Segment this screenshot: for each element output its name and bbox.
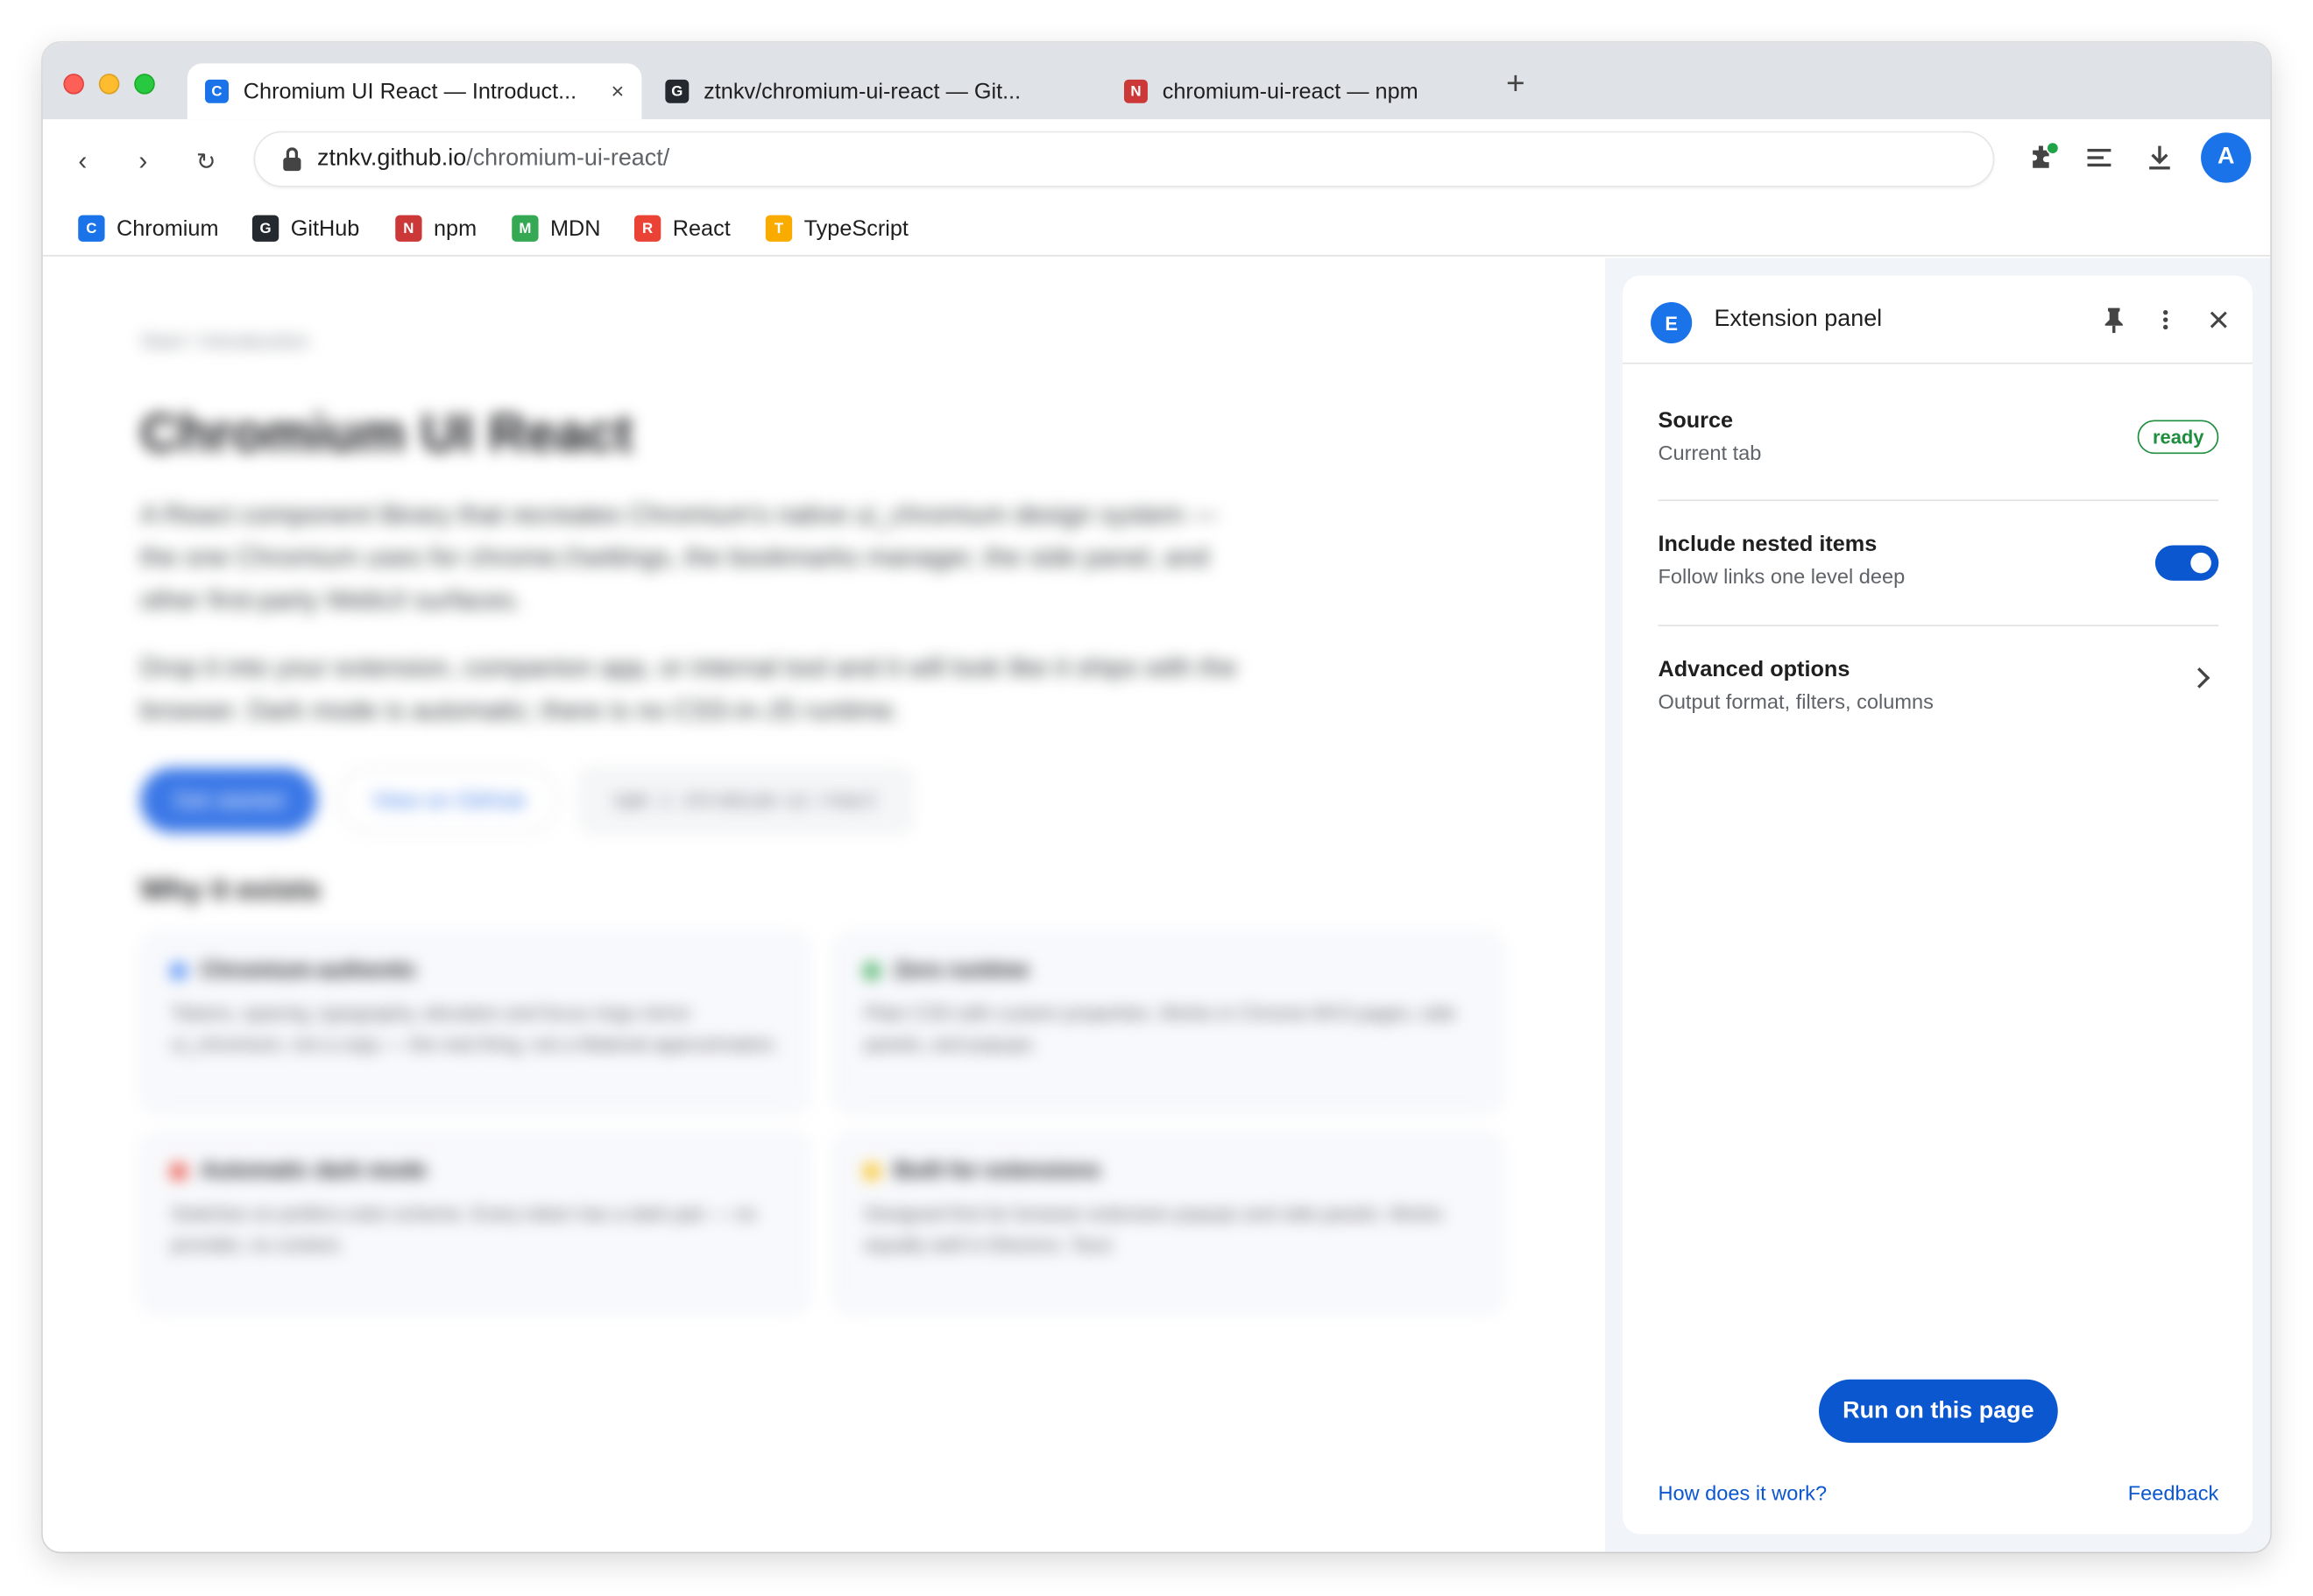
tab-github[interactable]: G ztnkv/chromium-ui-react — Git... xyxy=(647,63,1090,119)
toggle-knob xyxy=(2190,552,2211,574)
bookmark-label: npm xyxy=(434,215,477,242)
bookmarks-bar: C Chromium G GitHub N npm M MDN R React … xyxy=(42,201,2271,257)
tab-chromium-ui-react[interactable]: C Chromium UI React — Introduct... × xyxy=(187,63,642,120)
square-bullet-icon xyxy=(864,1163,880,1179)
chromium-favicon-icon: C xyxy=(205,79,229,103)
url-path: /chromium-ui-react/ xyxy=(466,145,670,172)
bookmark-label: GitHub xyxy=(290,215,360,242)
feature-card: Built for extensions Designed first for … xyxy=(833,1133,1503,1314)
feature-card: Chromium-authentic Tokens, spacing, typo… xyxy=(139,932,810,1113)
why-heading: Why it exists xyxy=(139,873,321,907)
square-bullet-icon xyxy=(864,963,880,978)
npm-favicon-icon: N xyxy=(1123,79,1148,103)
square-bullet-icon xyxy=(171,963,187,978)
close-window-button[interactable] xyxy=(63,74,84,95)
url-host: ztnkv.github.io xyxy=(316,145,467,172)
advanced-options-row[interactable]: Advanced options Output format, filters,… xyxy=(1658,657,2218,722)
square-bullet-icon xyxy=(171,1163,187,1179)
reading-list-icon[interactable] xyxy=(2083,140,2118,175)
tab-npm[interactable]: N chromium-ui-react — npm xyxy=(1107,63,1490,119)
toolbar: ‹ › ↻ ztnkv.github.io/chromium-ui-react/… xyxy=(42,119,2271,202)
intro-paragraph: A React component library that recreates… xyxy=(139,499,1219,615)
install-command[interactable]: npm i chromium-ui-react xyxy=(579,767,912,833)
run-on-page-button[interactable]: Run on this page xyxy=(1819,1379,2058,1444)
bookmark-label: React xyxy=(672,215,731,242)
github-favicon-icon: G xyxy=(665,79,690,103)
pin-icon[interactable] xyxy=(2099,305,2129,335)
source-title: Source xyxy=(1658,408,1734,434)
get-started-button[interactable]: Get started xyxy=(139,767,317,833)
divider xyxy=(1658,499,2219,502)
page-content: Start / Introduction Chromium UI React A… xyxy=(42,258,1605,1552)
status-badge: ready xyxy=(2138,420,2219,455)
close-icon[interactable] xyxy=(2203,305,2233,335)
tab-title: chromium-ui-react — npm xyxy=(1162,79,1418,104)
bookmark-typescript[interactable]: T TypeScript xyxy=(765,215,909,242)
tab-title: Chromium UI React — Introduct... xyxy=(243,79,577,104)
source-subtitle: Current tab xyxy=(1658,441,1762,464)
feature-card: Automatic dark mode Switches on prefers-… xyxy=(139,1133,810,1314)
npm-favicon-icon: N xyxy=(395,215,422,242)
bookmark-label: TypeScript xyxy=(803,215,909,242)
card-body: Tokens, spacing, typography, elevation a… xyxy=(171,1002,779,1056)
usage-paragraph: Drop it into your extension, companion a… xyxy=(139,653,1237,725)
card-body: Switches on prefers-color-scheme. Every … xyxy=(171,1202,757,1256)
new-tab-button[interactable]: + xyxy=(1506,65,1525,103)
bookmark-react[interactable]: R React xyxy=(633,215,731,242)
extension-icon: E xyxy=(1651,301,1693,343)
bookmark-chromium[interactable]: C Chromium xyxy=(78,215,219,242)
advanced-options-title: Advanced options xyxy=(1658,657,1850,682)
back-button[interactable]: ‹ xyxy=(78,146,87,177)
lock-icon[interactable] xyxy=(282,147,303,172)
minimize-window-button[interactable] xyxy=(98,74,120,95)
maximize-window-button[interactable] xyxy=(134,74,155,95)
tab-strip: C Chromium UI React — Introduct... × G z… xyxy=(42,42,2271,120)
typescript-favicon-icon: T xyxy=(765,215,793,242)
bookmark-github[interactable]: G GitHub xyxy=(251,215,360,242)
profile-avatar[interactable]: A xyxy=(2201,132,2252,183)
divider xyxy=(1658,625,2219,627)
tab-close-icon[interactable]: × xyxy=(597,79,624,104)
nested-items-toggle[interactable] xyxy=(2154,545,2219,581)
address-bar[interactable]: ztnkv.github.io/chromium-ui-react/ xyxy=(253,131,1995,187)
extension-active-dot xyxy=(2046,141,2060,155)
react-favicon-icon: R xyxy=(633,215,661,242)
side-panel-title: Extension panel xyxy=(1714,306,1883,332)
card-title: Zero runtime xyxy=(894,957,1029,984)
source-row: Source Current tab xyxy=(1658,408,2218,464)
bookmark-label: Chromium xyxy=(117,215,219,242)
bookmark-npm[interactable]: N npm xyxy=(395,215,477,242)
github-favicon-icon: G xyxy=(251,215,279,242)
mdn-favicon-icon: M xyxy=(512,215,539,242)
page-title: Chromium UI React xyxy=(139,402,633,463)
download-icon[interactable] xyxy=(2142,140,2177,175)
side-panel-header: E Extension panel xyxy=(1623,276,2253,364)
view-on-github-button[interactable]: View on GitHub xyxy=(337,767,560,833)
more-vert-icon[interactable] xyxy=(2151,305,2181,335)
nested-items-row: Include nested items Follow links one le… xyxy=(1658,532,2218,588)
reload-button[interactable]: ↻ xyxy=(196,147,216,177)
card-body: Designed first for browser extension pop… xyxy=(864,1202,1443,1256)
bookmark-label: MDN xyxy=(550,215,601,242)
how-does-it-work-link[interactable]: How does it work? xyxy=(1658,1481,1827,1505)
breadcrumb: Start / Introduction xyxy=(139,328,309,353)
card-title: Chromium-authentic xyxy=(200,957,417,984)
advanced-options-subtitle: Output format, filters, columns xyxy=(1658,689,1934,714)
tab-title: ztnkv/chromium-ui-react — Git... xyxy=(704,79,1022,104)
nested-items-title: Include nested items xyxy=(1658,532,1878,557)
feature-card: Zero runtime Plain CSS with custom prope… xyxy=(833,932,1503,1113)
card-title: Automatic dark mode xyxy=(200,1158,428,1183)
browser-window: C Chromium UI React — Introduct... × G z… xyxy=(42,42,2271,1552)
extension-side-panel: E Extension panel Source Current tab rea… xyxy=(1623,275,2253,1535)
feedback-link[interactable]: Feedback xyxy=(2128,1481,2219,1505)
nested-items-subtitle: Follow links one level deep xyxy=(1658,564,1906,589)
forward-button[interactable]: › xyxy=(138,146,147,177)
side-panel-area: E Extension panel Source Current tab rea… xyxy=(1604,258,2271,1552)
bookmark-mdn[interactable]: M MDN xyxy=(512,215,601,242)
extensions-icon[interactable] xyxy=(2024,140,2060,175)
card-body: Plain CSS with custom properties. Works … xyxy=(864,1002,1456,1056)
card-title: Built for extensions xyxy=(894,1158,1101,1183)
chromium-favicon-icon: C xyxy=(78,215,105,242)
